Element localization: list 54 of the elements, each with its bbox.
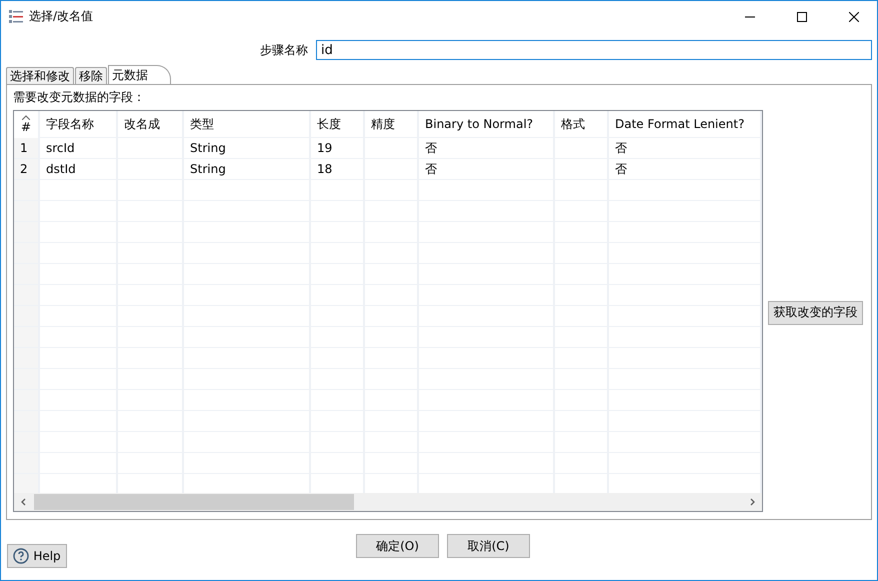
close-icon	[849, 12, 859, 22]
sort-caret-icon	[22, 115, 30, 120]
help-button[interactable]: Help	[7, 544, 67, 568]
row-header	[14, 327, 40, 348]
column-header[interactable]: Date Format Lenient?	[609, 111, 762, 138]
get-fields-button[interactable]: 获取改变的字段	[768, 300, 863, 324]
row-header	[14, 453, 40, 474]
row-number: 1	[14, 138, 40, 159]
row-header	[14, 222, 40, 243]
tab[interactable]: 选择和修改	[6, 67, 74, 85]
tab[interactable]: 元数据	[108, 65, 171, 85]
step-name-field[interactable]: id	[316, 40, 872, 60]
table-cell: 否	[609, 159, 762, 180]
step-name-label: 步骤名称	[260, 42, 308, 58]
table-cell: 18	[311, 159, 365, 180]
column-header[interactable]: 精度	[365, 111, 419, 138]
scroll-right-icon[interactable]	[748, 498, 756, 506]
row-header	[14, 201, 40, 222]
table-cell: String	[184, 159, 311, 180]
row-header	[14, 243, 40, 264]
row-number: 2	[14, 159, 40, 180]
maximize-icon	[797, 12, 807, 22]
scroll-left-icon[interactable]	[20, 498, 28, 506]
horizontal-scrollbar[interactable]	[14, 493, 762, 511]
table-cell: String	[184, 138, 311, 159]
table-cell: dstId	[40, 159, 118, 180]
row-header	[14, 432, 40, 453]
tab[interactable]: 移除	[75, 67, 107, 85]
row-header	[14, 348, 40, 369]
help-icon	[13, 548, 30, 564]
row-header	[14, 474, 40, 493]
row-header	[14, 285, 40, 306]
dialog-button[interactable]: 确定(O)	[356, 534, 439, 558]
section-label: 需要改变元数据的字段：	[13, 89, 146, 106]
table-cell: 否	[419, 159, 555, 180]
row-header	[14, 390, 40, 411]
row-header	[14, 180, 40, 201]
column-header[interactable]: Binary to Normal?	[419, 111, 555, 138]
app-icon	[9, 10, 23, 23]
row-header	[14, 411, 40, 432]
column-header[interactable]: 改名成	[118, 111, 184, 138]
table-cell: 19	[311, 138, 365, 159]
table-cell: srcId	[40, 138, 118, 159]
column-header[interactable]: 格式	[555, 111, 609, 138]
column-header[interactable]: 长度	[311, 111, 365, 138]
column-header[interactable]: 类型	[184, 111, 311, 138]
column-header[interactable]: 字段名称	[40, 111, 118, 138]
row-header	[14, 264, 40, 285]
window-title: 选择/改名值	[29, 8, 94, 25]
table-cell: 否	[419, 138, 555, 159]
row-header	[14, 369, 40, 390]
dialog-button[interactable]: 取消(C)	[447, 534, 530, 558]
table-cell: 否	[609, 138, 762, 159]
row-header	[14, 306, 40, 327]
